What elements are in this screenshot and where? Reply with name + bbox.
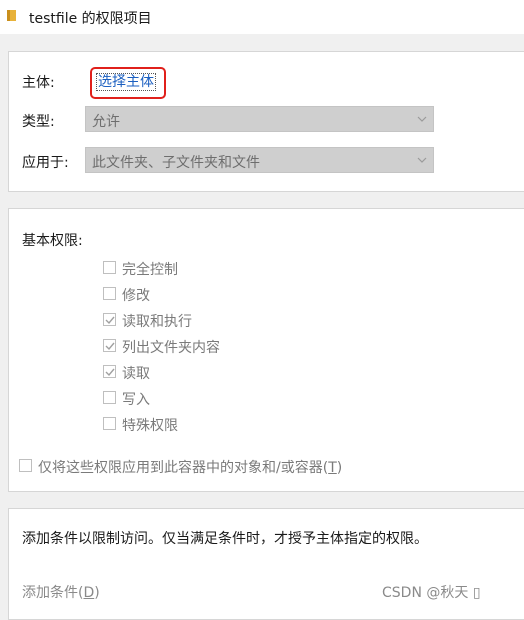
chevron-down-icon <box>417 116 427 122</box>
permission-label: 列出文件夹内容 <box>122 340 220 356</box>
chevron-down-icon <box>417 157 427 163</box>
principal-highlight: 选择主体 <box>90 67 166 99</box>
checkmark-icon <box>105 368 115 377</box>
checkbox[interactable] <box>103 287 116 300</box>
conditions-panel: 添加条件以限制访问。仅当满足条件时，才授予主体指定的权限。 添加条件(D) <box>8 508 524 620</box>
checkmark-icon <box>105 316 115 325</box>
applies-to-select[interactable]: 此文件夹、子文件夹和文件 <box>85 147 434 173</box>
principal-label: 主体: <box>22 75 55 91</box>
type-label: 类型: <box>22 114 55 130</box>
permission-label: 写入 <box>122 392 150 408</box>
apply-only-label: 仅将这些权限应用到此容器中的对象和/或容器(T) <box>38 460 343 476</box>
title-bar: testfile 的权限项目 <box>0 0 524 34</box>
watermark: CSDN @秋天 ▯ <box>382 585 481 601</box>
checkmark-icon <box>105 342 115 351</box>
permission-label: 读取 <box>122 366 150 382</box>
checkbox[interactable] <box>103 261 116 274</box>
checkbox[interactable] <box>103 391 116 404</box>
applies-to-label: 应用于: <box>22 155 69 171</box>
checkbox-checked[interactable] <box>103 365 116 378</box>
checkbox[interactable] <box>103 417 116 430</box>
conditions-description: 添加条件以限制访问。仅当满足条件时，才授予主体指定的权限。 <box>22 531 428 547</box>
window-title: testfile 的权限项目 <box>29 11 152 27</box>
basic-permissions-heading: 基本权限: <box>22 233 83 249</box>
checkbox-checked[interactable] <box>103 313 116 326</box>
folder-icon <box>7 10 16 21</box>
permission-label: 修改 <box>122 288 150 304</box>
add-condition-link[interactable]: 添加条件(D) <box>22 582 100 602</box>
applies-to-select-value: 此文件夹、子文件夹和文件 <box>92 155 260 171</box>
permission-label: 完全控制 <box>122 262 178 278</box>
type-select-value: 允许 <box>92 114 120 130</box>
select-principal-link[interactable]: 选择主体 <box>96 73 156 91</box>
type-select[interactable]: 允许 <box>85 106 434 132</box>
checkbox[interactable] <box>19 459 32 472</box>
principal-panel: 主体: 选择主体 类型: 允许 应用于: 此文件夹、子文件夹和文件 <box>8 51 524 192</box>
permission-label: 特殊权限 <box>122 418 178 434</box>
permissions-panel: 基本权限: 完全控制 修改 读取和执行 列出文件夹内容 读取 写入 特殊权限 仅… <box>8 208 524 492</box>
permission-label: 读取和执行 <box>122 314 192 330</box>
checkbox-checked[interactable] <box>103 339 116 352</box>
